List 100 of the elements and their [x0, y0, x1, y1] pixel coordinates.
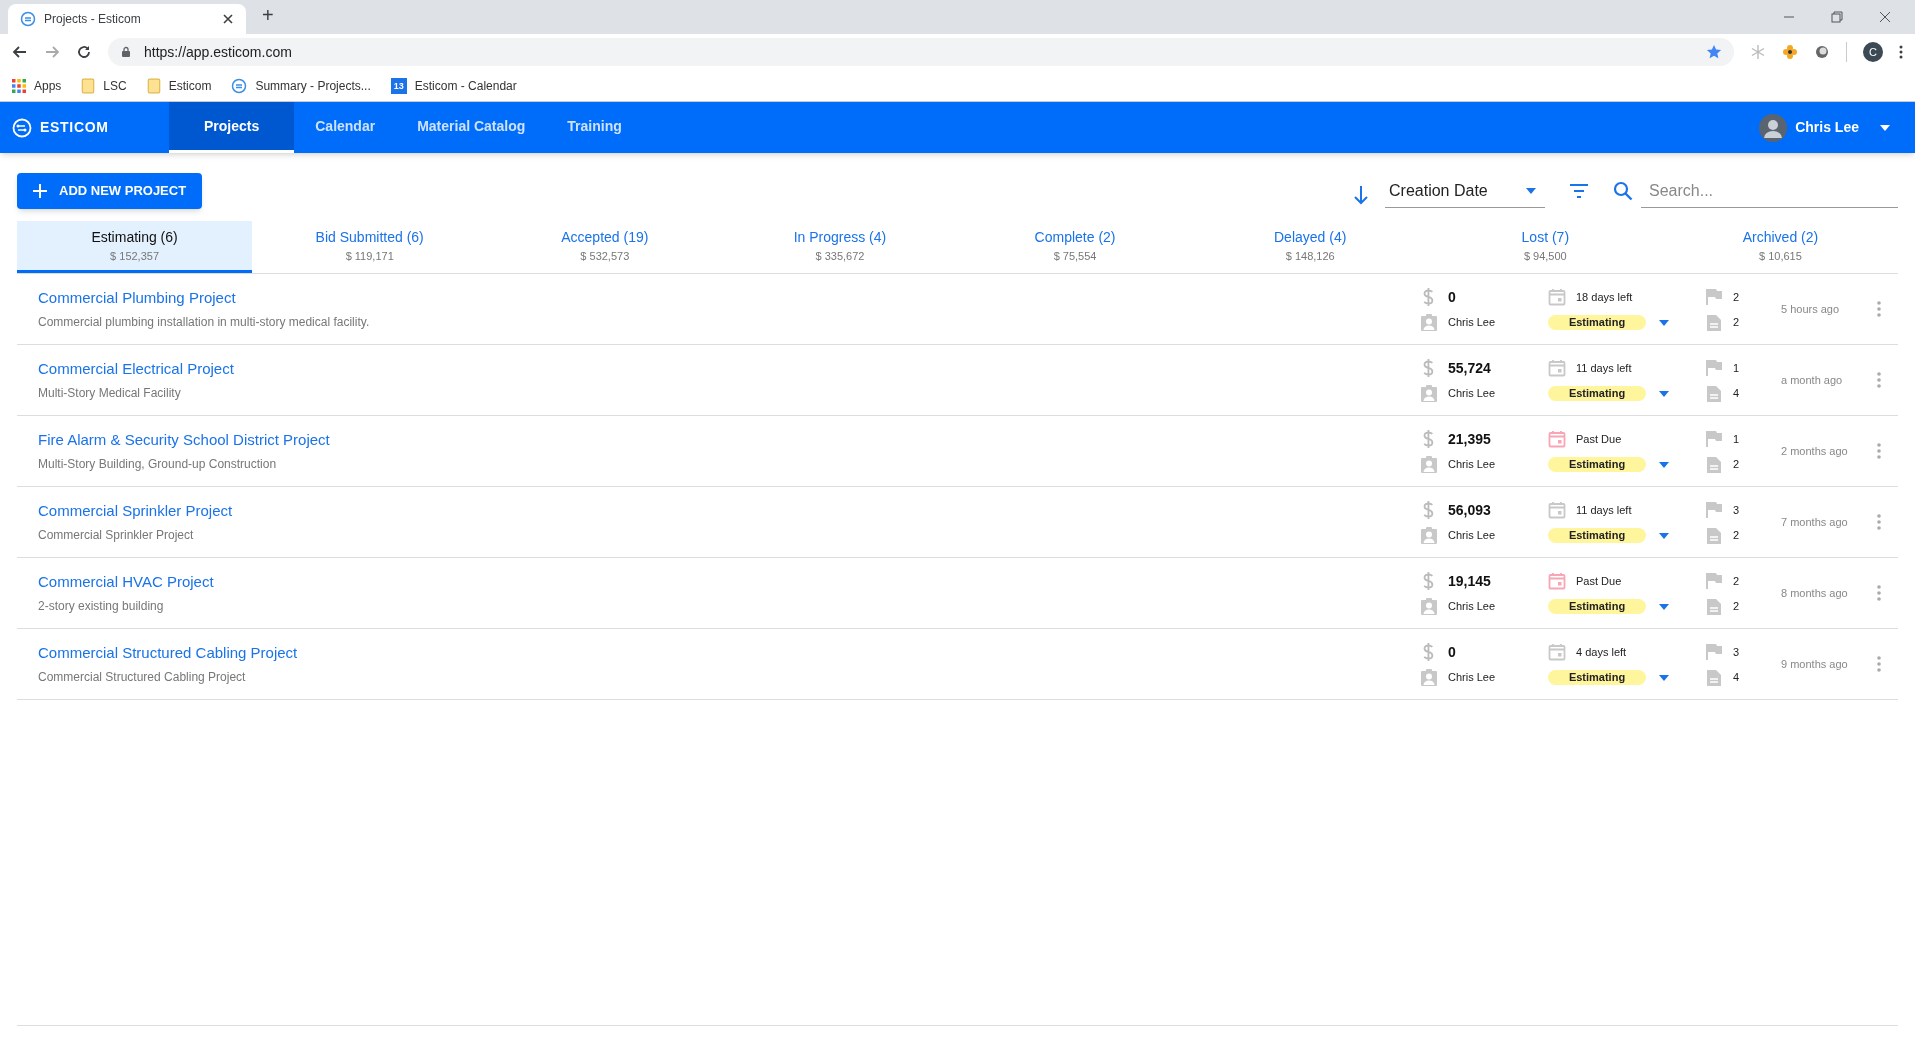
status-tab[interactable]: Accepted (19) $ 532,573 [487, 221, 723, 273]
amount-value: 56,093 [1448, 500, 1491, 520]
nav-tab[interactable]: Projects [169, 102, 295, 153]
caret-icon[interactable] [1658, 318, 1670, 327]
status-tab[interactable]: Estimating (6) $ 152,357 [17, 221, 253, 273]
document-icon [1705, 313, 1723, 332]
status-pill[interactable]: Estimating [1548, 670, 1646, 685]
bookmark[interactable]: 13 Esticom - Calendar [390, 76, 517, 95]
bookmark[interactable]: Esticom [146, 76, 212, 95]
status-pill[interactable]: Estimating [1548, 457, 1646, 472]
person-icon [1420, 597, 1438, 616]
status-pill[interactable]: Estimating [1548, 386, 1646, 401]
bookmark[interactable]: Summary - Projects... [231, 76, 371, 95]
project-description: Multi-Story Medical Facility [38, 384, 182, 402]
caret-icon[interactable] [1658, 673, 1670, 682]
back-icon[interactable] [12, 44, 28, 60]
nav-tab[interactable]: Material Catalog [396, 102, 547, 153]
caret-icon[interactable] [1658, 389, 1670, 398]
user-menu[interactable]: Chris Lee [1759, 102, 1915, 153]
flower-icon[interactable] [1782, 44, 1798, 60]
document-icon [1705, 526, 1723, 545]
browser-tab[interactable]: Projects - Esticom [8, 4, 246, 34]
nav-tab[interactable]: Training [546, 102, 643, 153]
created-time: 5 hours ago [1781, 301, 1841, 317]
flag-count: 2 [1733, 573, 1740, 589]
filter-icon[interactable] [1569, 183, 1589, 199]
circle-icon[interactable] [1814, 44, 1830, 60]
project-row[interactable]: Commercial HVAC Project 2-story existing building 19,145 Past Due 2 Chris Lee Estimating 2 8 months ago [17, 558, 1898, 629]
flag-count: 3 [1733, 644, 1740, 660]
project-row[interactable]: Fire Alarm & Security School District Project Multi-Story Building, Ground-up Construction 21,395 Past Due 1 Chris Lee Estimating 2 2 months ago [17, 416, 1898, 487]
project-description: Commercial Sprinkler Project [38, 526, 195, 544]
bookmark[interactable]: Apps [12, 76, 62, 95]
created-time: 9 months ago [1781, 656, 1849, 672]
status-pill[interactable]: Estimating [1548, 315, 1646, 330]
status-tab[interactable]: Archived (2) $ 10,615 [1662, 221, 1898, 273]
folder-icon [81, 77, 96, 94]
add-project-button[interactable]: ADD NEW PROJECT [17, 173, 203, 209]
reload-icon[interactable] [76, 44, 92, 60]
amount-value: 0 [1448, 287, 1456, 307]
project-row[interactable]: Commercial Electrical Project Multi-Story Medical Facility 55,724 11 days left 1 Chris Lee Estimating 4 a month ago [17, 345, 1898, 416]
logo-text: ESTICOM [40, 118, 109, 137]
search-field[interactable]: Search... [1641, 174, 1898, 208]
document-icon [1705, 384, 1723, 403]
status-tab[interactable]: In Progress (4) $ 335,672 [722, 221, 958, 273]
flag-icon [1705, 288, 1723, 306]
nav-tab[interactable]: Calendar [294, 102, 397, 153]
document-count: 2 [1733, 457, 1740, 473]
restore-icon[interactable] [1831, 11, 1843, 23]
document-icon [1705, 455, 1723, 474]
status-tab[interactable]: Lost (7) $ 94,500 [1427, 221, 1663, 273]
project-title-link[interactable]: Commercial Structured Cabling Project [38, 642, 1420, 665]
star-icon[interactable] [1706, 44, 1722, 60]
project-description: Multi-Story Building, Ground-up Construction [38, 455, 278, 473]
document-count: 2 [1733, 528, 1740, 544]
document-count: 2 [1733, 315, 1740, 331]
status-tab[interactable]: Bid Submitted (6) $ 119,171 [252, 221, 488, 273]
sort-arrow-icon[interactable] [1353, 185, 1369, 205]
status-pill[interactable]: Estimating [1548, 528, 1646, 543]
created-time: a month ago [1781, 372, 1844, 388]
bookmark[interactable]: LSC [81, 76, 127, 95]
project-title-link[interactable]: Commercial Plumbing Project [38, 287, 1420, 310]
due-text: Past Due [1576, 431, 1622, 447]
due-text: 4 days left [1576, 644, 1627, 660]
document-count: 4 [1733, 670, 1740, 686]
amount-value: 0 [1448, 642, 1456, 662]
search-icon [1613, 181, 1633, 201]
status-tab[interactable]: Complete (2) $ 75,554 [957, 221, 1193, 273]
status-pill[interactable]: Estimating [1548, 599, 1646, 614]
caret-icon[interactable] [1658, 602, 1670, 611]
project-title-link[interactable]: Commercial Electrical Project [38, 358, 1420, 381]
project-row[interactable]: Commercial Plumbing Project Commercial plumbing installation in multi-story medical facility. 0 18 days left 2 Chris Lee Estimating 2 5 hours ago [17, 274, 1898, 345]
avatar-icon [1759, 113, 1788, 142]
more-icon[interactable] [1899, 44, 1903, 60]
flag-icon [1705, 501, 1723, 519]
caret-icon[interactable] [1658, 531, 1670, 540]
flag-icon [1705, 430, 1723, 448]
close-icon[interactable] [222, 13, 234, 25]
forward-icon[interactable] [44, 44, 60, 60]
address-bar[interactable]: https://app.esticom.com [108, 38, 1734, 66]
due-text: 18 days left [1576, 289, 1633, 305]
project-title-link[interactable]: Commercial HVAC Project [38, 571, 1420, 594]
flag-icon [1705, 359, 1723, 377]
caret-icon[interactable] [1658, 460, 1670, 469]
close-icon[interactable] [1879, 11, 1891, 23]
project-description: 2-story existing building [38, 597, 165, 615]
status-tab[interactable]: Delayed (4) $ 148,126 [1192, 221, 1428, 273]
profile-button[interactable]: C [1863, 42, 1883, 62]
project-title-link[interactable]: Commercial Sprinkler Project [38, 500, 1420, 523]
amount-value: 21,395 [1448, 429, 1491, 449]
apps-grid-icon [12, 78, 26, 93]
sort-dropdown[interactable]: Creation Date [1385, 174, 1545, 208]
site-icon [231, 77, 248, 94]
created-time: 8 months ago [1781, 585, 1849, 601]
project-row[interactable]: Commercial Sprinkler Project Commercial Sprinkler Project 56,093 11 days left 3 Chris Lee Estimating 2 7 months ago [17, 487, 1898, 558]
new-tab-button[interactable]: + [262, 0, 274, 30]
project-row[interactable]: Commercial Structured Cabling Project Commercial Structured Cabling Project 0 4 days left 3 Chris Lee Estimating 4 9 months ago [17, 629, 1898, 700]
project-title-link[interactable]: Fire Alarm & Security School District Project [38, 429, 1420, 452]
due-text: 11 days left [1576, 502, 1632, 518]
logo-icon [12, 117, 32, 138]
owner-name: Chris Lee [1448, 528, 1496, 544]
